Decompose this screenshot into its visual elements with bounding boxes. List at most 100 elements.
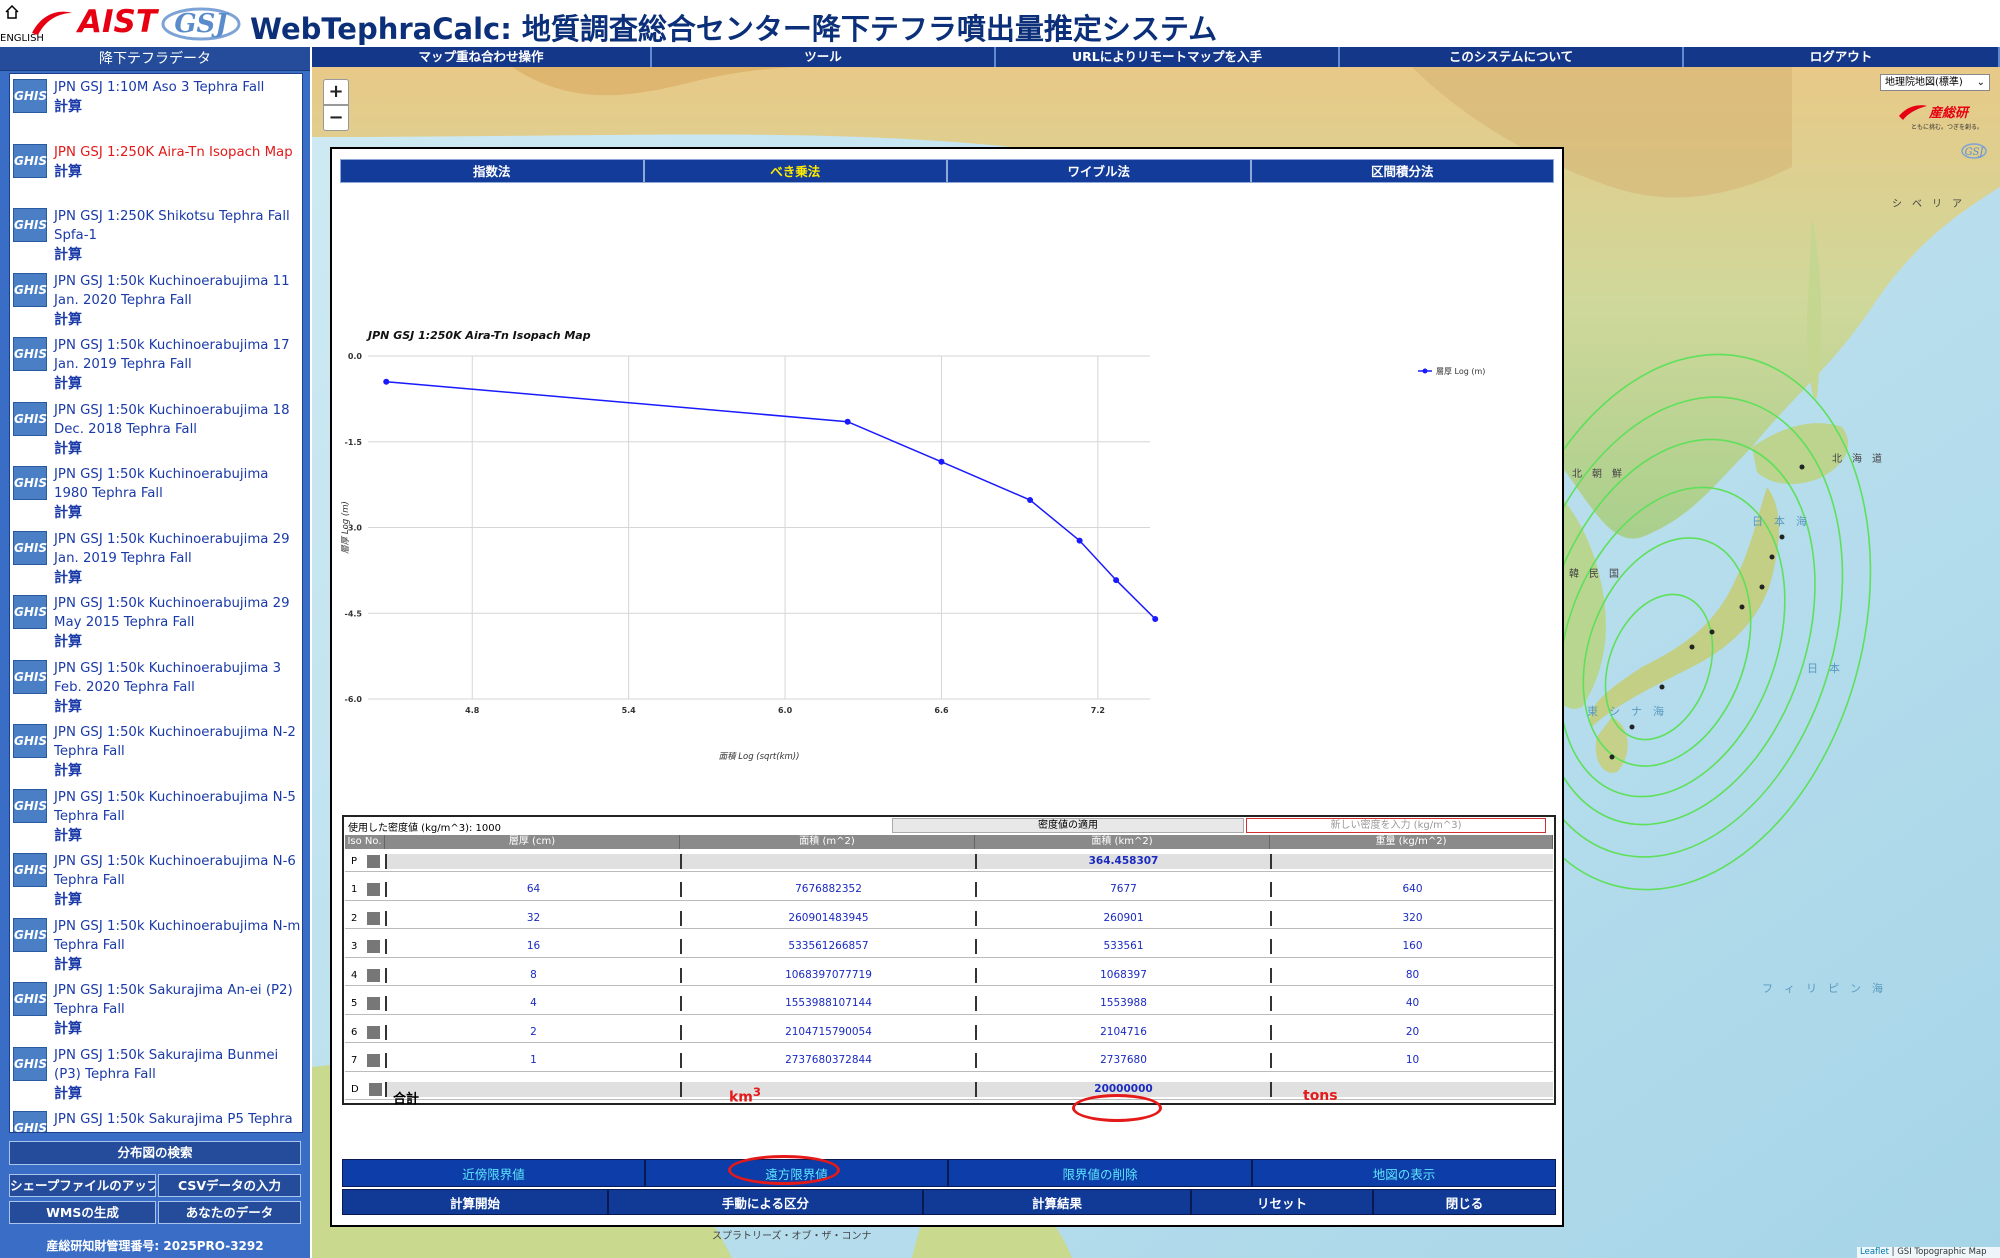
dataset-item[interactable]: GHIS JPN GSJ 1:50k Kuchinoerabujima N-6 T… [10, 848, 302, 913]
dataset-name[interactable]: JPN GSJ 1:50k Kuchinoerabujima 17 Jan. 2… [54, 336, 302, 374]
calc-link[interactable]: 計算 [54, 956, 302, 975]
row-select-checkbox[interactable] [367, 1054, 381, 1067]
dataset-item[interactable]: GHIS JPN GSJ 1:50k Kuchinoerabujima N-m T… [10, 913, 302, 978]
calc-link[interactable]: 計算 [54, 504, 302, 523]
dataset-name[interactable]: JPN GSJ 1:250K Aira-Tn Isopach Map [54, 143, 302, 162]
dataset-name[interactable]: JPN GSJ 1:250K Shikotsu Tephra Fall Spfa… [54, 207, 302, 245]
ghis-icon[interactable]: GHIS [13, 724, 47, 758]
ghis-icon[interactable]: GHIS [13, 659, 47, 694]
row-select-checkbox[interactable] [367, 997, 381, 1010]
dataset-item[interactable]: GHIS JPN GSJ 1:50k Kuchinoerabujima 3 Feb… [10, 655, 302, 720]
menu-map-overlay[interactable]: マップ重ね合わせ操作 [312, 47, 652, 67]
dataset-item[interactable]: GHIS JPN GSJ 1:50k Kuchinoerabujima 29 Ja… [10, 526, 302, 591]
calc-link[interactable]: 計算 [54, 1085, 302, 1104]
dataset-list[interactable]: GHIS JPN GSJ 1:10M Aso 3 Tephra Fall 計算 GHI… [9, 73, 303, 1133]
dataset-name[interactable]: JPN GSJ 1:50k Kuchinoerabujima N-2 Tephr… [54, 723, 302, 761]
ghis-icon[interactable]: GHIS [13, 272, 47, 307]
leaflet-link[interactable]: Leaflet [1860, 1247, 1889, 1257]
tab-exponential[interactable]: 指数法 [340, 159, 644, 183]
calc-link[interactable]: 計算 [54, 98, 302, 117]
calc-link[interactable]: 計算 [54, 311, 302, 330]
reset-button[interactable]: リセット [1191, 1189, 1373, 1215]
delete-limit-button[interactable]: 限界値の削除 [948, 1159, 1252, 1187]
base-layer-select[interactable]: 地理院地図(標準) ⌄ [1880, 74, 1990, 91]
calc-link[interactable]: 計算 [54, 827, 302, 846]
ghis-icon[interactable]: GHIS [13, 143, 47, 178]
calc-link[interactable]: 計算 [54, 891, 302, 910]
row-select-checkbox[interactable] [367, 883, 381, 896]
dataset-name[interactable]: JPN GSJ 1:50k Sakurajima P5 Tephra Fall [54, 1110, 302, 1132]
dataset-item[interactable]: GHIS JPN GSJ 1:10M Aso 3 Tephra Fall 計算 [10, 74, 302, 139]
menu-about[interactable]: このシステムについて [1340, 47, 1684, 67]
calc-link[interactable]: 計算 [54, 698, 302, 717]
dataset-name[interactable]: JPN GSJ 1:50k Kuchinoerabujima 18 Dec. 2… [54, 401, 302, 439]
tab-weibull[interactable]: ワイブル法 [947, 159, 1251, 183]
ghis-icon[interactable]: GHIS [13, 337, 47, 371]
home-icon[interactable] [4, 4, 20, 20]
dataset-item[interactable]: GHIS JPN GSJ 1:250K Aira-Tn Isopach Map 計算 [10, 139, 302, 204]
ghis-icon[interactable]: GHIS [13, 530, 47, 565]
ghis-icon[interactable]: GHIS [13, 853, 47, 887]
row-select-checkbox[interactable] [367, 911, 381, 925]
show-map-button[interactable]: 地図の表示 [1252, 1159, 1556, 1187]
calc-link[interactable]: 計算 [54, 246, 302, 265]
dataset-name[interactable]: JPN GSJ 1:50k Kuchinoerabujima 11 Jan. 2… [54, 272, 302, 310]
zoom-out-button[interactable]: − [323, 105, 349, 131]
menu-logout[interactable]: ログアウト [1684, 47, 2000, 67]
calc-link[interactable]: 計算 [54, 163, 302, 182]
shapefile-upload-button[interactable]: シェープファイルのアップロード [9, 1174, 156, 1197]
dataset-item[interactable]: GHIS JPN GSJ 1:50k Kuchinoerabujima 18 De… [10, 397, 302, 462]
dataset-name[interactable]: JPN GSJ 1:50k Kuchinoerabujima N-5 Tephr… [54, 788, 302, 826]
ghis-icon[interactable]: GHIS [13, 788, 47, 823]
calc-link[interactable]: 計算 [54, 375, 302, 394]
manual-segment-button[interactable]: 手動による区分 [608, 1189, 923, 1215]
close-button[interactable]: 閉じる [1373, 1189, 1556, 1215]
dataset-item[interactable]: GHIS JPN GSJ 1:50k Kuchinoerabujima 17 Ja… [10, 332, 302, 397]
calc-result-button[interactable]: 計算結果 [923, 1189, 1191, 1215]
aist-logo[interactable]: AIST [30, 4, 157, 40]
start-calculation-button[interactable]: 計算開始 [342, 1189, 608, 1215]
dataset-item[interactable]: GHIS JPN GSJ 1:50k Sakurajima Bunmei (P3)… [10, 1042, 302, 1107]
ghis-icon[interactable]: GHIS [13, 466, 47, 500]
dataset-name[interactable]: JPN GSJ 1:10M Aso 3 Tephra Fall [54, 78, 302, 97]
ghis-icon[interactable]: GHIS [13, 1111, 47, 1132]
tab-power-law[interactable]: べき乗法 [643, 159, 947, 183]
dataset-item[interactable]: GHIS JPN GSJ 1:50k Sakurajima An-ei (P2) … [10, 977, 302, 1042]
calc-link[interactable]: 計算 [54, 1020, 302, 1039]
dataset-name[interactable]: JPN GSJ 1:50k Sakurajima Bunmei (P3) Tep… [54, 1046, 302, 1084]
calc-link[interactable]: 計算 [54, 633, 302, 652]
dataset-name[interactable]: JPN GSJ 1:50k Kuchinoerabujima N-m Tephr… [54, 917, 302, 955]
dataset-name[interactable]: JPN GSJ 1:50k Kuchinoerabujima N-6 Tephr… [54, 852, 302, 890]
proximal-limit-button[interactable]: 近傍限界値 [342, 1159, 645, 1187]
ghis-icon[interactable]: GHIS [13, 1046, 47, 1081]
dataset-name[interactable]: JPN GSJ 1:50k Kuchinoerabujima 29 May 20… [54, 594, 302, 632]
wms-generate-button[interactable]: WMSの生成 [9, 1201, 156, 1224]
dataset-item[interactable]: GHIS JPN GSJ 1:50k Kuchinoerabujima 11 Ja… [10, 268, 302, 333]
dataset-name[interactable]: JPN GSJ 1:50k Sakurajima An-ei (P2) Teph… [54, 981, 302, 1019]
row-select-checkbox[interactable] [367, 968, 381, 982]
ghis-icon[interactable]: GHIS [13, 917, 47, 952]
dataset-name[interactable]: JPN GSJ 1:50k Kuchinoerabujima 29 Jan. 2… [54, 530, 302, 568]
calc-link[interactable]: 計算 [54, 762, 302, 781]
menu-remote-map[interactable]: URLによりリモートマップを入手 [996, 47, 1340, 67]
ghis-icon[interactable]: GHIS [13, 595, 47, 629]
zoom-in-button[interactable]: + [323, 79, 349, 105]
dataset-item[interactable]: GHIS JPN GSJ 1:50k Sakurajima P5 Tephra F… [10, 1106, 302, 1132]
calc-link[interactable]: 計算 [54, 569, 302, 588]
csv-input-button[interactable]: CSVデータの入力 [158, 1174, 301, 1197]
dataset-item[interactable]: GHIS JPN GSJ 1:50k Kuchinoerabujima N-5 T… [10, 784, 302, 849]
calc-link[interactable]: 計算 [54, 440, 302, 459]
row-select-checkbox[interactable] [367, 1025, 381, 1039]
dataset-item[interactable]: GHIS JPN GSJ 1:50k Kuchinoerabujima 29 Ma… [10, 590, 302, 655]
row-select-checkbox[interactable] [367, 940, 381, 953]
gsj-logo-icon[interactable]: GSJ [160, 5, 242, 43]
row-select-checkbox[interactable] [367, 854, 381, 868]
ghis-icon[interactable]: GHIS [13, 208, 47, 242]
your-data-button[interactable]: あなたのデータ [158, 1201, 301, 1224]
ghis-icon[interactable]: GHIS [13, 982, 47, 1016]
ghis-icon[interactable]: GHIS [13, 401, 47, 436]
map-search-button[interactable]: 分布図の検索 [9, 1141, 301, 1165]
menu-tools[interactable]: ツール [652, 47, 996, 67]
dataset-name[interactable]: JPN GSJ 1:50k Kuchinoerabujima 3 Feb. 20… [54, 659, 302, 697]
ghis-icon[interactable]: GHIS [13, 79, 47, 113]
